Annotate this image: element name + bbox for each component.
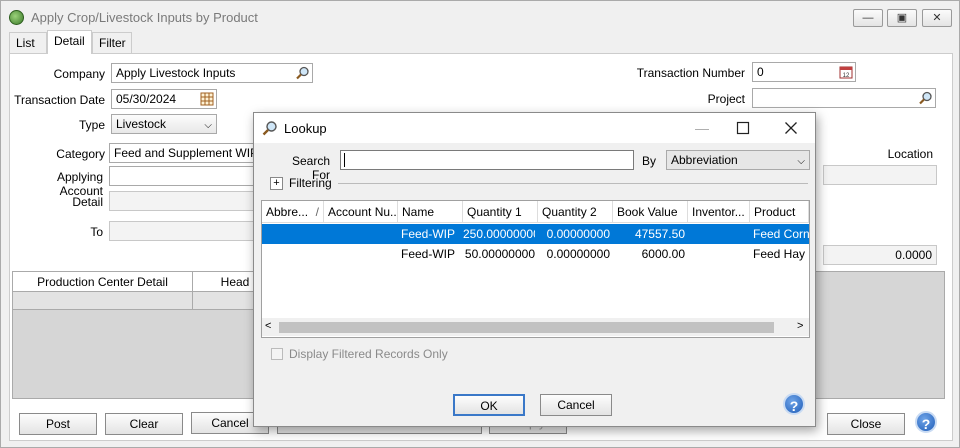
- ok-button[interactable]: OK: [453, 394, 525, 416]
- post-button[interactable]: Post: [19, 413, 97, 435]
- scroll-right-icon[interactable]: >: [797, 320, 803, 332]
- magnifier-icon: [262, 121, 277, 136]
- by-select[interactable]: Abbreviation ⌵: [666, 150, 810, 170]
- transaction-number-label: Transaction Number: [636, 66, 745, 80]
- minimize-button[interactable]: —: [853, 9, 883, 27]
- transaction-date-label: Transaction Date: [14, 93, 105, 107]
- column-inventory[interactable]: Inventor...: [688, 201, 750, 223]
- cell-book-value: 47557.50: [634, 227, 685, 241]
- company-lookup-icon[interactable]: [296, 66, 310, 80]
- maximize-icon[interactable]: [736, 121, 750, 135]
- cell-book-value: 6000.00: [641, 247, 685, 261]
- scrollbar-thumb[interactable]: [279, 322, 774, 333]
- horizontal-scrollbar[interactable]: < >: [262, 318, 809, 336]
- tab-list[interactable]: List: [9, 32, 47, 54]
- cell-quantity-1: 250.00000000: [463, 227, 535, 241]
- cell-quantity-1: 50.00000000: [464, 247, 535, 261]
- filtering-divider: [338, 183, 808, 184]
- category-field[interactable]: Feed and Supplement WIP: [109, 143, 259, 163]
- type-label: Type: [78, 118, 105, 132]
- by-value: Abbreviation: [671, 153, 738, 167]
- location-field: [823, 165, 937, 185]
- lookup-help-icon[interactable]: ?: [783, 393, 805, 415]
- cell-name: Feed-WIP: [401, 227, 456, 241]
- transaction-date-value: 05/30/2024: [116, 92, 177, 106]
- search-for-input[interactable]: [340, 150, 634, 170]
- cell-product: Feed Hay: [753, 247, 806, 261]
- calendar-grid-icon[interactable]: [200, 92, 214, 106]
- tab-filter[interactable]: Filter: [92, 32, 132, 54]
- lookup-title-bar: Lookup —: [254, 113, 815, 143]
- column-quantity-2[interactable]: Quantity 2: [538, 201, 613, 223]
- display-filtered-label: Display Filtered Records Only: [289, 347, 448, 361]
- detail-field: [109, 191, 259, 211]
- project-lookup-icon[interactable]: [919, 91, 933, 105]
- chevron-down-icon: ⌵: [797, 156, 805, 167]
- tab-detail[interactable]: Detail: [47, 30, 92, 54]
- close-icon[interactable]: [784, 121, 798, 135]
- company-label: Company: [53, 67, 105, 81]
- svg-text:12: 12: [843, 73, 850, 79]
- amount-field: 0.0000: [823, 245, 937, 265]
- sort-indicator: /: [315, 205, 319, 219]
- grid-row-cell[interactable]: [13, 292, 193, 310]
- project-field[interactable]: [752, 88, 936, 108]
- lookup-minimize-button: —: [695, 120, 709, 136]
- lookup-results-list[interactable]: Abbre... / Account Nu... Name Quantity 1 …: [261, 200, 810, 338]
- scroll-left-icon[interactable]: <: [265, 320, 271, 332]
- title-bar: Apply Crop/Livestock Inputs by Product —…: [1, 1, 959, 33]
- column-abbreviation[interactable]: Abbre... /: [262, 201, 324, 223]
- chevron-down-icon: ⌵: [204, 120, 212, 131]
- close-button[interactable]: Close: [827, 413, 905, 435]
- restore-button[interactable]: ▣: [887, 9, 917, 27]
- cell-name: Feed-WIP: [401, 247, 456, 261]
- text-cursor: [344, 153, 345, 167]
- display-filtered-checkbox: [271, 348, 283, 360]
- transaction-number-value: 0: [757, 65, 764, 79]
- clear-button[interactable]: Clear: [105, 413, 183, 435]
- lookup-cancel-button[interactable]: Cancel: [540, 394, 612, 416]
- app-icon: [9, 10, 24, 25]
- list-item[interactable]: Feed-WIP 250.00000000 0.00000000 47557.5…: [262, 224, 809, 244]
- list-item[interactable]: Feed-WIP 50.00000000 0.00000000 6000.00 …: [262, 244, 809, 264]
- column-quantity-1[interactable]: Quantity 1: [463, 201, 538, 223]
- to-label: To: [90, 225, 103, 239]
- window-title: Apply Crop/Livestock Inputs by Product: [31, 10, 258, 25]
- detail-label: Detail: [72, 195, 103, 209]
- amount-value: 0.0000: [895, 248, 932, 262]
- cell-quantity-2: 0.00000000: [546, 247, 610, 261]
- filtering-label: Filtering: [289, 176, 332, 190]
- by-label: By: [642, 154, 657, 168]
- column-product[interactable]: Product: [750, 201, 809, 223]
- to-field: [109, 221, 259, 241]
- cell-quantity-2: 0.00000000: [546, 227, 610, 241]
- applying-account-field[interactable]: [109, 166, 259, 186]
- company-value: Apply Livestock Inputs: [116, 66, 236, 80]
- grid-header-production-center-detail[interactable]: Production Center Detail: [13, 272, 193, 292]
- cell-product: Feed Corn: [753, 227, 809, 241]
- help-icon[interactable]: ?: [915, 411, 937, 433]
- lookup-dialog: Lookup — Search For By Abbreviation ⌵ + …: [253, 112, 816, 427]
- column-abbreviation-label: Abbre...: [266, 205, 309, 219]
- lookup-title: Lookup: [284, 121, 327, 136]
- filtering-expand-button[interactable]: +: [270, 177, 283, 190]
- column-name[interactable]: Name: [398, 201, 463, 223]
- calendar-icon[interactable]: 12: [839, 65, 853, 79]
- company-field[interactable]: Apply Livestock Inputs: [111, 63, 313, 83]
- category-value: Feed and Supplement WIP: [114, 146, 259, 160]
- column-account-number[interactable]: Account Nu...: [324, 201, 398, 223]
- column-book-value[interactable]: Book Value: [613, 201, 688, 223]
- close-window-button[interactable]: ✕: [922, 9, 952, 27]
- location-label: Location: [887, 147, 933, 161]
- applying-account-label: Applying Account: [56, 170, 103, 198]
- type-select[interactable]: Livestock ⌵: [111, 114, 217, 134]
- type-value: Livestock: [116, 117, 167, 131]
- project-label: Project: [707, 92, 745, 106]
- category-label: Category: [56, 147, 105, 161]
